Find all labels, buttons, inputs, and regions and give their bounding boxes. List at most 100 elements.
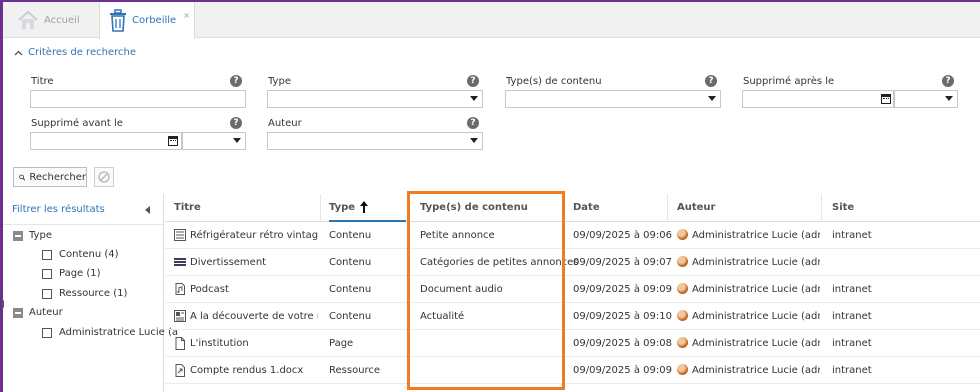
- deleted-before-label: Supprimé avant le: [31, 118, 123, 129]
- chevron-down-icon: [470, 96, 478, 101]
- column-header-title[interactable]: Titre: [174, 202, 201, 213]
- tab-close-icon[interactable]: ×: [183, 11, 190, 20]
- filter-option-label: Ressource (1): [59, 288, 128, 299]
- cell-title: A la découverte de votre n...: [190, 311, 318, 322]
- content-types-column-highlight: [407, 191, 565, 390]
- avatar: [677, 364, 688, 375]
- content-types-select[interactable]: [505, 90, 721, 108]
- page-icon: [174, 336, 186, 350]
- chevron-down-icon: [708, 96, 716, 101]
- table-row[interactable]: L'institution Page 09/09/2025 à 09:08 Ad…: [165, 330, 980, 357]
- cell-site: intranet: [832, 365, 872, 376]
- author-label: Auteur: [268, 118, 302, 129]
- cell-author: Administratrice Lucie (adm...: [692, 365, 820, 376]
- filter-option[interactable]: Administratrice Lucie (a: [42, 327, 178, 338]
- avatar: [677, 310, 688, 321]
- filter-group-label: Auteur: [29, 307, 63, 318]
- author-select[interactable]: [267, 132, 483, 150]
- expand-left-icon[interactable]: [0, 300, 4, 308]
- deleted-after-date-input[interactable]: [742, 90, 894, 108]
- cell-type: Ressource: [329, 365, 381, 376]
- deleted-after-label: Supprimé après le: [743, 76, 835, 87]
- column-header-site[interactable]: Site: [832, 202, 854, 213]
- cell-type: Page: [329, 338, 354, 349]
- cell-type: Contenu: [329, 311, 372, 322]
- help-icon[interactable]: ?: [230, 117, 242, 129]
- title-label: Titre: [31, 76, 54, 87]
- calendar-icon[interactable]: [168, 136, 178, 146]
- filter-option[interactable]: Contenu (4): [42, 249, 119, 260]
- tab-trash[interactable]: Corbeille ×: [99, 2, 195, 39]
- checkbox[interactable]: [42, 288, 52, 299]
- filter-option[interactable]: Page (1): [42, 268, 101, 279]
- title-input[interactable]: [30, 90, 246, 108]
- audio-file-icon: [174, 283, 186, 295]
- filter-group-author[interactable]: Auteur: [13, 307, 63, 318]
- collapse-left-icon[interactable]: [145, 206, 150, 214]
- tab-home-label: Accueil: [44, 14, 80, 26]
- help-icon[interactable]: ?: [467, 75, 479, 87]
- deleted-after-time-select[interactable]: [894, 90, 958, 108]
- cell-site: intranet: [832, 284, 872, 295]
- avatar: [677, 337, 688, 348]
- cell-type: Contenu: [329, 230, 372, 241]
- help-icon[interactable]: ?: [467, 117, 479, 129]
- filter-group-type[interactable]: Type: [13, 230, 52, 241]
- help-icon[interactable]: ?: [942, 75, 954, 87]
- cell-site: intranet: [832, 230, 872, 241]
- column-header-date[interactable]: Date: [573, 202, 600, 213]
- divider: [3, 224, 163, 225]
- filter-title: Filtrer les résultats: [12, 204, 105, 215]
- checkbox[interactable]: [42, 327, 52, 338]
- table-row[interactable]: Podcast Contenu Document audio 09/09/202…: [165, 276, 980, 303]
- table-row[interactable]: Divertissement Contenu Catégories de pet…: [165, 249, 980, 276]
- search-icon: [19, 174, 26, 181]
- cell-title: L'institution: [190, 338, 249, 349]
- sort-ascending-icon[interactable]: [360, 201, 368, 213]
- criteria-toggle-label: Critères de recherche: [28, 47, 136, 58]
- divider: [320, 194, 321, 222]
- table-row[interactable]: Réfrigérateur rétro vintage... Contenu P…: [165, 222, 980, 249]
- cell-author: Administratrice Lucie (adm...: [692, 311, 820, 322]
- column-header-type[interactable]: Type: [329, 202, 355, 213]
- clear-icon: [98, 171, 110, 183]
- help-icon[interactable]: ?: [705, 75, 717, 87]
- classified-ad-icon: [174, 229, 186, 241]
- help-icon[interactable]: ?: [230, 75, 242, 87]
- type-select[interactable]: [267, 90, 483, 108]
- checkbox[interactable]: [42, 249, 52, 260]
- deleted-before-time-select[interactable]: [182, 132, 246, 150]
- filter-sidebar: Filtrer les résultats Type Contenu (4) P…: [3, 194, 178, 392]
- table-row[interactable]: Compte rendus 1.docx Ressource 09/09/202…: [165, 357, 980, 384]
- divider: [821, 194, 822, 222]
- avatar: [677, 229, 688, 240]
- tab-home[interactable]: Accueil: [17, 2, 80, 38]
- grid-header: Titre Type Type(s) de contenu Date Auteu…: [165, 194, 980, 222]
- chevron-down-icon: [233, 138, 241, 143]
- cell-title: Compte rendus 1.docx: [190, 365, 304, 376]
- calendar-icon[interactable]: [881, 94, 891, 104]
- cell-site: intranet: [832, 338, 872, 349]
- filter-option[interactable]: Ressource (1): [42, 288, 127, 299]
- collapse-group-icon[interactable]: [13, 230, 23, 241]
- collapse-group-icon[interactable]: [13, 307, 23, 318]
- reset-button[interactable]: [94, 167, 114, 187]
- deleted-before-date-input[interactable]: [30, 132, 182, 150]
- filter-group-label: Type: [29, 230, 52, 241]
- resource-file-icon: [174, 363, 186, 377]
- cell-date: 09/09/2025 à 09:09: [573, 284, 672, 295]
- criteria-toggle[interactable]: Critères de recherche: [14, 47, 136, 58]
- type-label: Type: [268, 76, 291, 87]
- search-button[interactable]: Rechercher: [13, 167, 87, 187]
- home-icon: [18, 10, 38, 29]
- filter-option-label: Contenu (4): [59, 249, 119, 260]
- cell-date: 09/09/2025 à 09:10: [573, 311, 672, 322]
- column-header-author[interactable]: Auteur: [677, 202, 715, 213]
- cell-title: Podcast: [190, 284, 229, 295]
- tab-bar: Accueil Corbeille ×: [3, 0, 980, 39]
- news-icon: [174, 310, 186, 322]
- table-row[interactable]: A la découverte de votre n... Contenu Ac…: [165, 303, 980, 330]
- results-grid: Titre Type Type(s) de contenu Date Auteu…: [165, 194, 980, 392]
- chevron-up-icon: [14, 50, 23, 55]
- checkbox[interactable]: [42, 268, 52, 279]
